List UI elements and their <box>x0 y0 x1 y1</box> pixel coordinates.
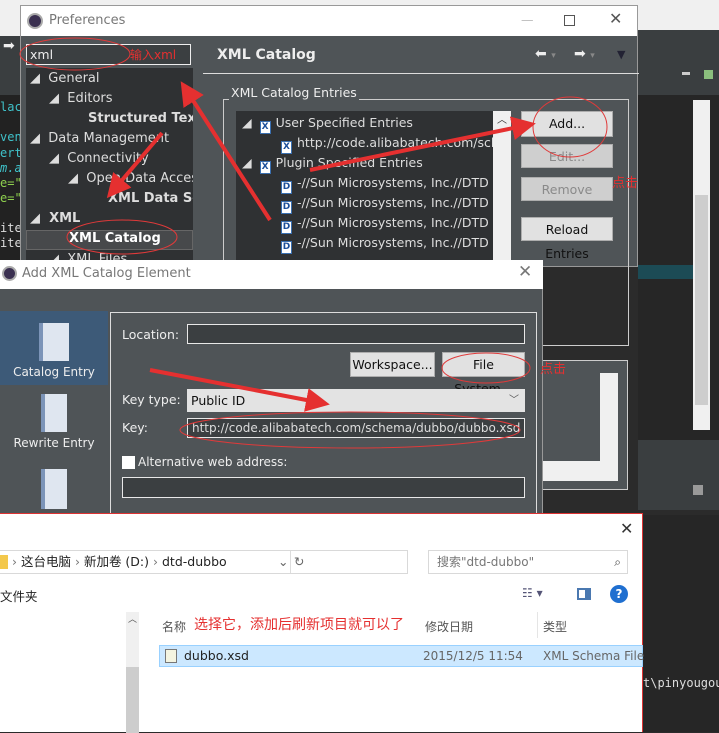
annotation-ellipse <box>19 37 131 71</box>
annotation-arrow <box>149 368 330 412</box>
annotation-ellipse <box>179 411 521 449</box>
annotation-arrow <box>309 116 536 172</box>
annotation-arrow <box>180 81 272 222</box>
annotation-ellipse <box>66 219 178 255</box>
annotation-text: 选择它，添加后刷新项目就可以了 <box>194 617 404 633</box>
annotation-text: 输入xml <box>130 48 177 62</box>
annotation-ellipse <box>532 96 608 158</box>
annotation-text: 点击 <box>612 176 639 191</box>
annotation-text: 点击 <box>540 362 567 377</box>
annotation-ellipse <box>441 352 531 384</box>
annotation-arrow <box>106 131 164 199</box>
